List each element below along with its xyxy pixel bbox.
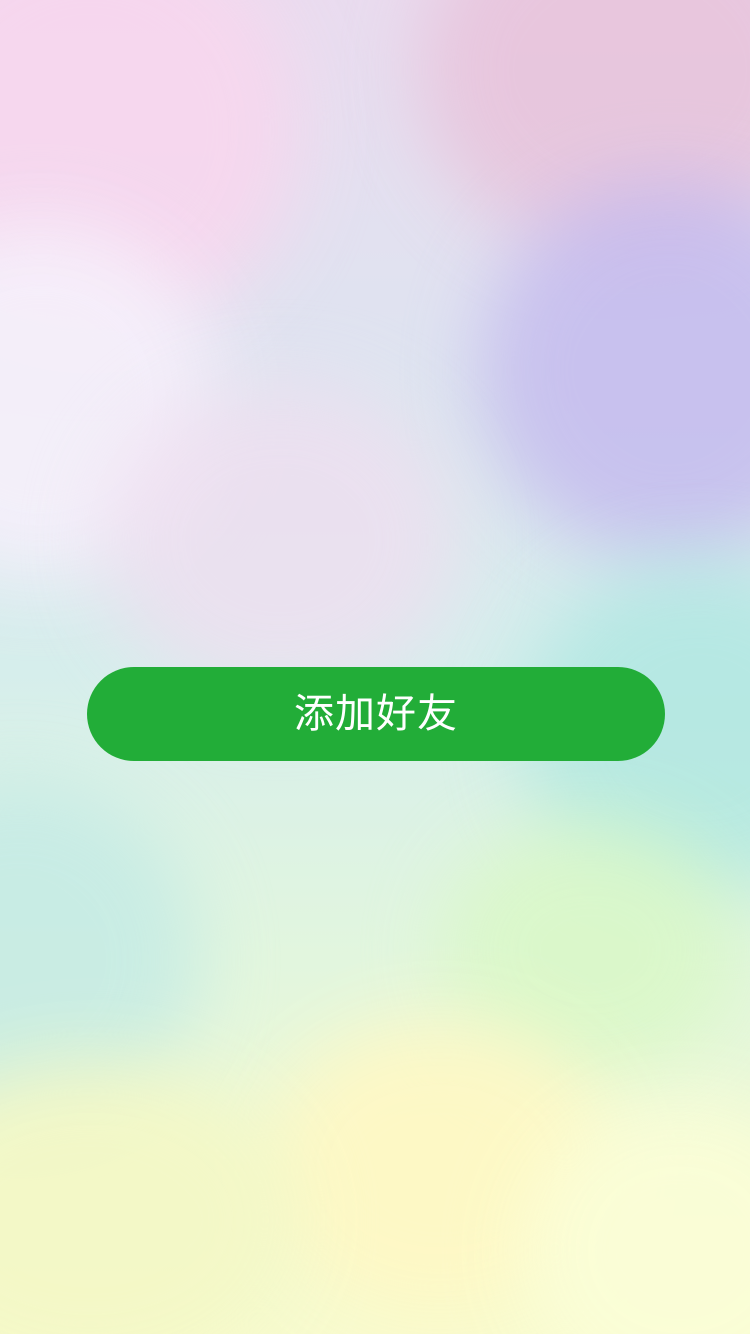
add-friend-button[interactable]: 添加好友 (87, 667, 665, 761)
background-blob (100, 380, 460, 700)
background-blob (0, 1060, 300, 1334)
app-screen: 添加好友 (0, 0, 750, 1334)
background-blob (480, 180, 750, 560)
